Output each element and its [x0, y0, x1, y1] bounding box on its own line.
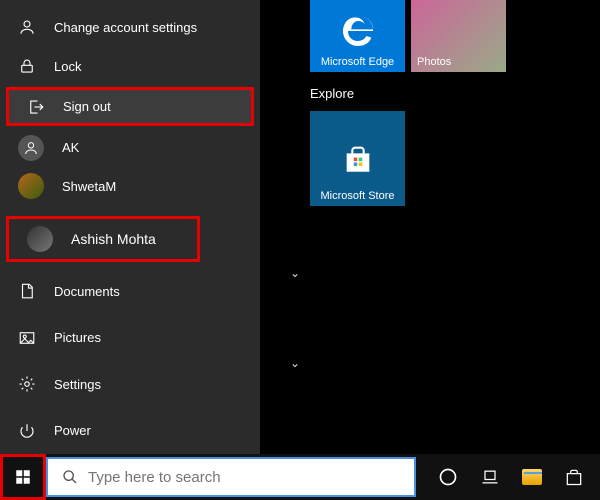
other-user-ak[interactable]: AK [0, 128, 260, 167]
start-tiles-area: Microsoft Edge Photos Explore Microsoft … [310, 0, 506, 206]
power-item[interactable]: Power [0, 407, 260, 453]
other-user-shweta[interactable]: ShwetaM [0, 167, 260, 206]
lock-label: Lock [54, 59, 81, 74]
avatar-image-icon [27, 226, 53, 252]
tile-edge[interactable]: Microsoft Edge [310, 0, 405, 72]
current-user-label: Ashish Mohta [71, 231, 156, 247]
file-explorer-icon[interactable] [522, 467, 542, 487]
screenshot-root: Change account settings Lock Sign out AK… [0, 0, 600, 500]
cortana-icon[interactable] [438, 467, 458, 487]
task-view-icon[interactable] [480, 467, 500, 487]
search-input[interactable] [88, 469, 388, 486]
tile-store[interactable]: Microsoft Store [310, 111, 405, 206]
lock-icon [18, 57, 36, 75]
document-icon [18, 282, 36, 300]
chevron-down-icon[interactable]: ⌄ [290, 266, 300, 280]
current-user-item[interactable]: Ashish Mohta [6, 216, 200, 263]
power-icon [18, 422, 36, 440]
search-icon [62, 469, 78, 485]
change-account-settings[interactable]: Change account settings [0, 8, 260, 47]
sign-out-label: Sign out [63, 99, 111, 114]
start-menu-panel: Change account settings Lock Sign out AK… [0, 0, 260, 454]
gear-icon [18, 375, 36, 393]
tile-photos[interactable]: Photos [411, 0, 506, 72]
chevron-down-icon[interactable]: ⌄ [290, 356, 300, 370]
sign-out-item[interactable]: Sign out [6, 87, 254, 126]
change-account-label: Change account settings [54, 20, 197, 35]
taskbar [0, 454, 600, 500]
documents-item[interactable]: Documents [0, 268, 260, 314]
documents-label: Documents [54, 284, 120, 299]
power-label: Power [54, 423, 91, 438]
edge-icon [310, 6, 405, 56]
start-button[interactable] [0, 454, 46, 500]
tile-edge-label: Microsoft Edge [321, 56, 394, 68]
taskbar-icons [438, 454, 584, 500]
tile-photos-label: Photos [417, 56, 451, 68]
tile-store-label: Microsoft Store [321, 190, 395, 202]
sign-out-icon [27, 98, 45, 116]
avatar-image-icon [18, 173, 44, 199]
store-taskbar-icon[interactable] [564, 467, 584, 487]
person-settings-icon [18, 18, 36, 36]
other-user-shweta-label: ShwetaM [62, 179, 116, 194]
avatar-placeholder-icon [18, 135, 44, 161]
pictures-icon [18, 329, 36, 347]
lock-item[interactable]: Lock [0, 47, 260, 86]
pictures-item[interactable]: Pictures [0, 315, 260, 361]
taskbar-search[interactable] [46, 457, 416, 497]
store-icon [310, 128, 405, 190]
windows-logo-icon [14, 468, 32, 486]
settings-label: Settings [54, 377, 101, 392]
other-user-ak-label: AK [62, 140, 79, 155]
pictures-label: Pictures [54, 330, 101, 345]
settings-item[interactable]: Settings [0, 361, 260, 407]
tiles-section-explore: Explore [310, 86, 506, 101]
